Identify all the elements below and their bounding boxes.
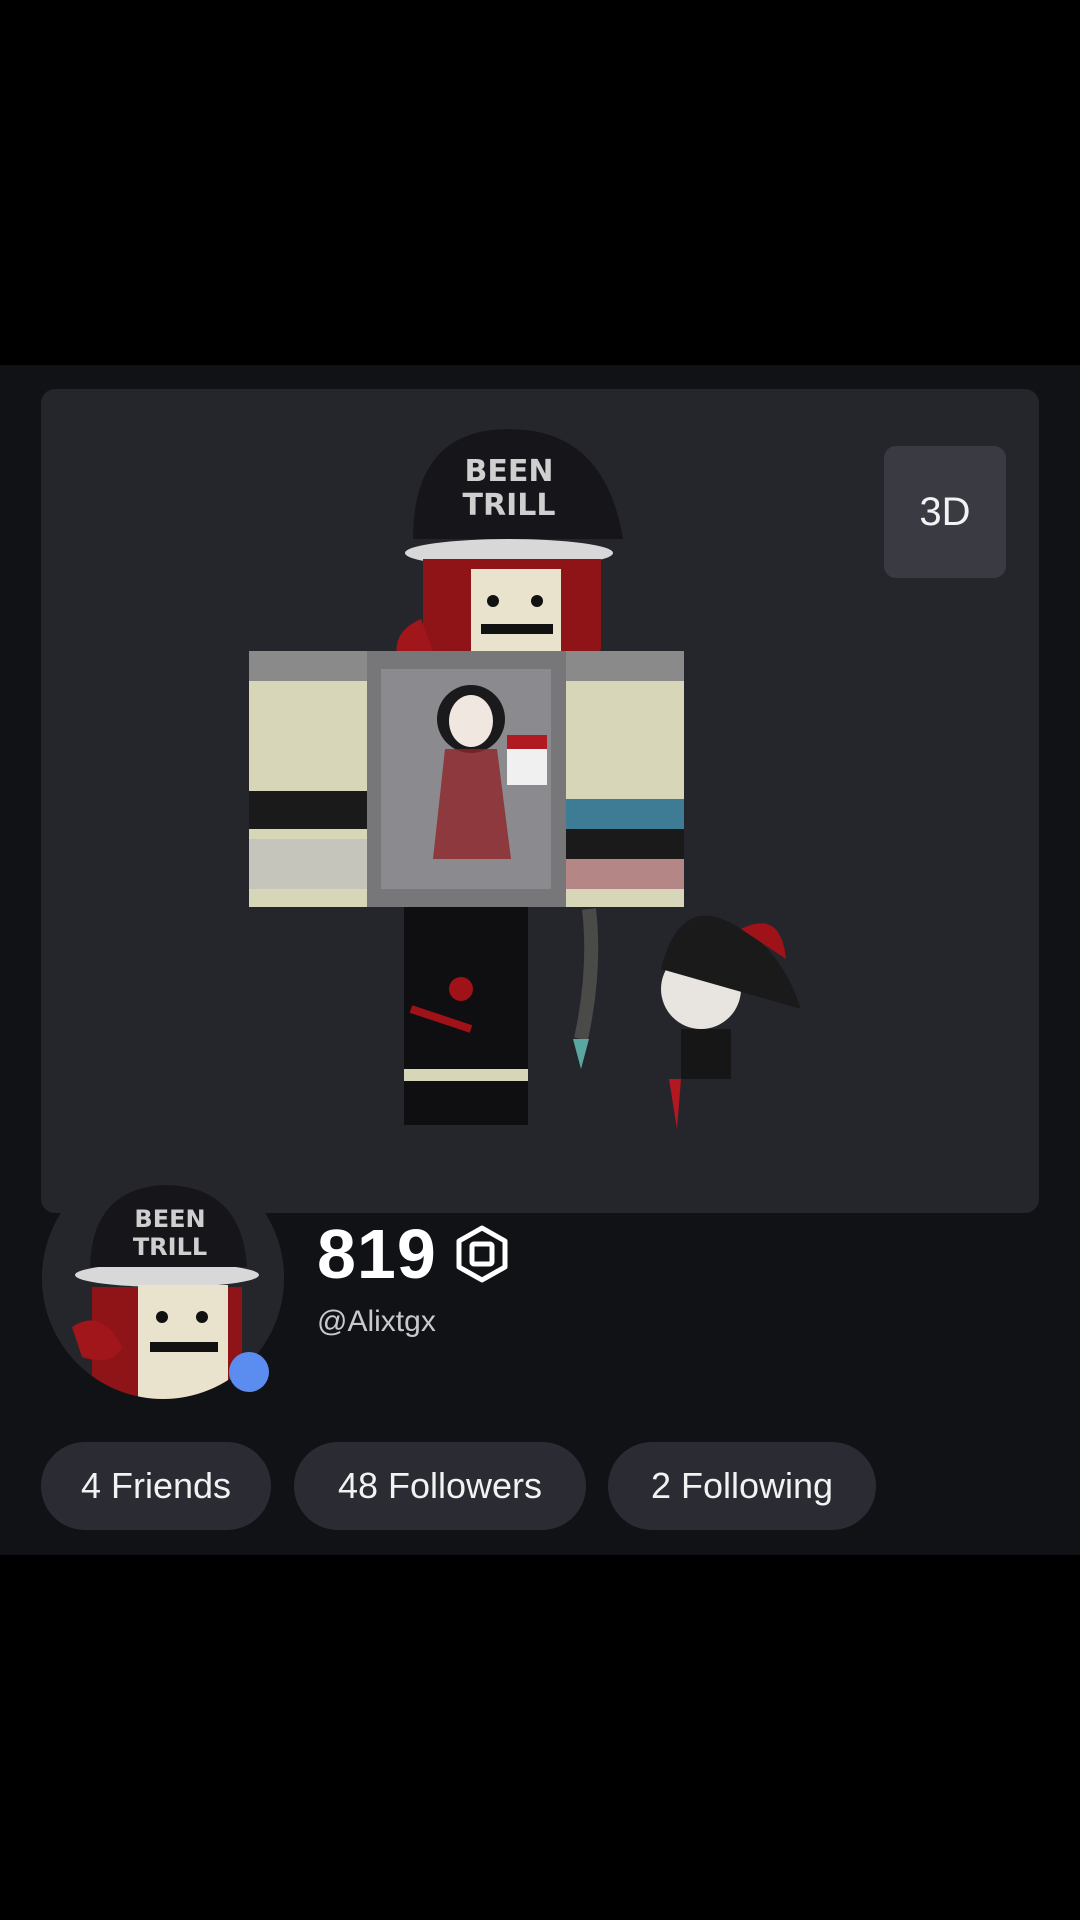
robux-amount: 819 <box>317 1215 437 1293</box>
followers-button[interactable]: 48 Followers <box>294 1442 586 1530</box>
online-status-icon <box>229 1352 269 1392</box>
headshot-hat-text-2: TRILL <box>133 1233 207 1261</box>
headshot-hat-text-1: BEEN <box>134 1205 205 1233</box>
following-button[interactable]: 2 Following <box>608 1442 876 1530</box>
robux-balance: 819 <box>317 1214 511 1294</box>
friends-button[interactable]: 4 Friends <box>41 1442 271 1530</box>
robux-icon <box>456 1225 508 1283</box>
avatar-viewer[interactable]: BEEN TRILL 3D <box>41 389 1039 1213</box>
hat-text-2: TRILL <box>463 488 556 523</box>
username: @Alixtgx <box>317 1305 436 1338</box>
3d-toggle-button[interactable]: 3D <box>884 446 1006 578</box>
hat-text-1: BEEN <box>465 454 554 489</box>
